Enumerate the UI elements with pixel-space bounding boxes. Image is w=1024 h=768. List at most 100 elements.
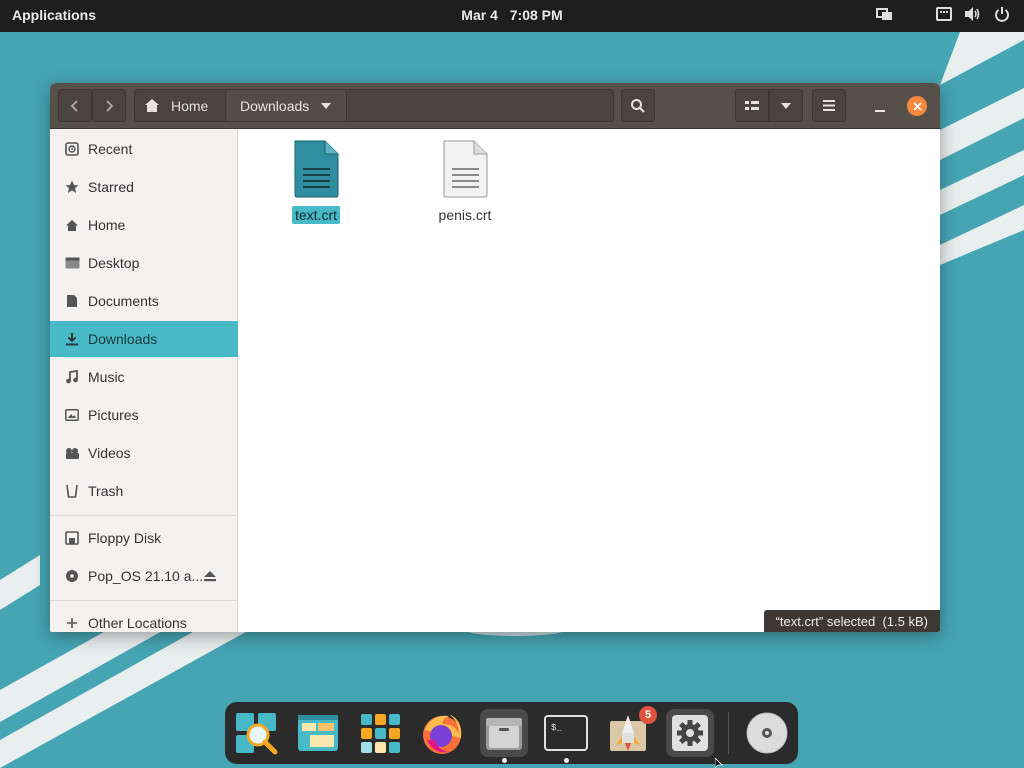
view-mode-button[interactable] bbox=[735, 89, 769, 122]
firefox-icon bbox=[423, 714, 462, 754]
clock[interactable]: Mar 4 7:08 PM bbox=[0, 7, 1024, 23]
close-icon bbox=[912, 101, 922, 111]
view-options-button[interactable] bbox=[769, 89, 803, 122]
trash-icon bbox=[64, 483, 80, 499]
time-label: 7:08 PM bbox=[509, 7, 563, 23]
plus-icon bbox=[64, 615, 80, 631]
system-tray bbox=[876, 6, 1010, 22]
file-manager-window: Home Downloads Recent Starred Home Deskt… bbox=[50, 83, 940, 632]
dock-app-files[interactable] bbox=[480, 709, 528, 757]
chevron-down-icon bbox=[781, 102, 791, 109]
sidebar-item-other-locations[interactable]: Other Locations bbox=[50, 605, 238, 632]
sidebar-item-label: Documents bbox=[88, 293, 159, 309]
chevron-down-icon bbox=[321, 102, 332, 109]
workspaces-icon[interactable] bbox=[876, 6, 894, 22]
sidebar-item-label: Pictures bbox=[88, 407, 139, 423]
sidebar-separator bbox=[50, 515, 238, 516]
eject-icon[interactable] bbox=[204, 569, 216, 585]
dock-app-files-manager[interactable] bbox=[294, 709, 342, 757]
list-view-icon bbox=[745, 100, 759, 110]
terminal-icon: $_ bbox=[544, 715, 588, 751]
file-view[interactable]: text.crt penis.crt “text.crt” selected (… bbox=[239, 129, 940, 632]
app-grid-icon bbox=[361, 714, 400, 753]
sidebar-item-floppy-disk[interactable]: Floppy Disk bbox=[50, 520, 238, 556]
sidebar-item-label: Floppy Disk bbox=[88, 530, 162, 546]
chevron-right-icon bbox=[106, 99, 114, 112]
dock-app-grid[interactable] bbox=[356, 709, 404, 757]
top-panel: Applications Mar 4 7:08 PM bbox=[0, 0, 1024, 32]
sidebar-item-pop-os-disc[interactable]: Pop_OS 21.10 a... bbox=[50, 558, 238, 594]
file-name: text.crt bbox=[291, 206, 340, 224]
path-bar: Home Downloads bbox=[134, 89, 614, 122]
sidebar-item-home[interactable]: Home bbox=[50, 207, 238, 243]
search-app-icon bbox=[236, 713, 278, 755]
sidebar-item-label: Music bbox=[88, 369, 125, 385]
close-button[interactable] bbox=[907, 96, 927, 116]
sidebar-item-trash[interactable]: Trash bbox=[50, 473, 238, 509]
breadcrumb-home[interactable]: Home bbox=[135, 90, 226, 121]
text-file-icon bbox=[443, 140, 488, 198]
selection-status: “text.crt” selected (1.5 kB) bbox=[763, 610, 940, 632]
download-icon bbox=[64, 331, 80, 347]
back-button[interactable] bbox=[58, 89, 92, 122]
disc-icon bbox=[64, 568, 80, 584]
minimize-icon bbox=[875, 110, 885, 112]
home-icon bbox=[145, 99, 159, 112]
home-icon bbox=[64, 217, 80, 233]
sidebar-item-label: Starred bbox=[88, 179, 134, 195]
floppy-icon bbox=[64, 530, 80, 546]
volume-icon[interactable] bbox=[964, 6, 982, 22]
sidebar-item-label: Recent bbox=[88, 141, 133, 157]
minimize-button[interactable] bbox=[870, 97, 890, 117]
running-indicator bbox=[502, 758, 507, 763]
sidebar-item-desktop[interactable]: Desktop bbox=[50, 245, 238, 281]
dock-app-firefox[interactable] bbox=[418, 709, 466, 757]
sidebar-item-downloads[interactable]: Downloads bbox=[50, 321, 238, 357]
dock-app-search[interactable] bbox=[232, 709, 280, 757]
sidebar-item-label: Pop_OS 21.10 a... bbox=[88, 568, 204, 584]
star-icon bbox=[64, 179, 80, 195]
sidebar-item-label: Desktop bbox=[88, 255, 140, 271]
menu-button[interactable] bbox=[812, 89, 846, 122]
update-badge: 5 bbox=[639, 706, 657, 724]
dock-app-settings[interactable] bbox=[666, 709, 714, 757]
file-item[interactable]: penis.crt bbox=[415, 139, 515, 225]
sidebar-item-label: Home bbox=[88, 217, 126, 233]
breadcrumb-home-label: Home bbox=[171, 97, 209, 114]
sidebar-item-label: Downloads bbox=[88, 331, 158, 347]
header-bar: Home Downloads bbox=[50, 83, 940, 129]
dock-separator bbox=[728, 712, 729, 754]
breadcrumb-downloads[interactable]: Downloads bbox=[226, 90, 347, 121]
running-indicator bbox=[564, 758, 569, 763]
sidebar-item-videos[interactable]: Videos bbox=[50, 435, 238, 471]
breadcrumb-downloads-label: Downloads bbox=[240, 97, 310, 114]
forward-button[interactable] bbox=[92, 89, 126, 122]
document-icon bbox=[64, 293, 80, 309]
svg-text:$_: $_ bbox=[551, 723, 562, 733]
sidebar-separator bbox=[50, 600, 238, 601]
disc-icon bbox=[746, 712, 788, 754]
search-icon bbox=[631, 98, 645, 113]
sidebar-item-documents[interactable]: Documents bbox=[50, 283, 238, 319]
video-icon bbox=[64, 445, 80, 461]
sidebar-item-pictures[interactable]: Pictures bbox=[50, 397, 238, 433]
gear-icon bbox=[672, 715, 708, 751]
dock-app-disc[interactable] bbox=[743, 709, 791, 757]
sidebar-item-music[interactable]: Music bbox=[50, 359, 238, 395]
desktop-icon bbox=[64, 255, 80, 271]
mouse-cursor-icon bbox=[715, 758, 723, 768]
sidebar-item-label: Videos bbox=[88, 445, 131, 461]
search-button[interactable] bbox=[621, 89, 655, 122]
keyboard-icon[interactable] bbox=[936, 6, 952, 22]
music-icon bbox=[64, 369, 80, 385]
power-icon[interactable] bbox=[994, 6, 1010, 22]
sidebar-item-starred[interactable]: Starred bbox=[50, 169, 238, 205]
dock: $_ 5 bbox=[225, 702, 798, 764]
dock-app-terminal[interactable]: $_ bbox=[542, 709, 590, 757]
picture-icon bbox=[64, 407, 80, 423]
sidebar-item-recent[interactable]: Recent bbox=[50, 131, 238, 167]
file-name: penis.crt bbox=[438, 207, 492, 223]
file-item[interactable]: text.crt bbox=[266, 139, 366, 225]
sidebar-item-label: Trash bbox=[88, 483, 124, 499]
date-label: Mar 4 bbox=[461, 7, 498, 23]
